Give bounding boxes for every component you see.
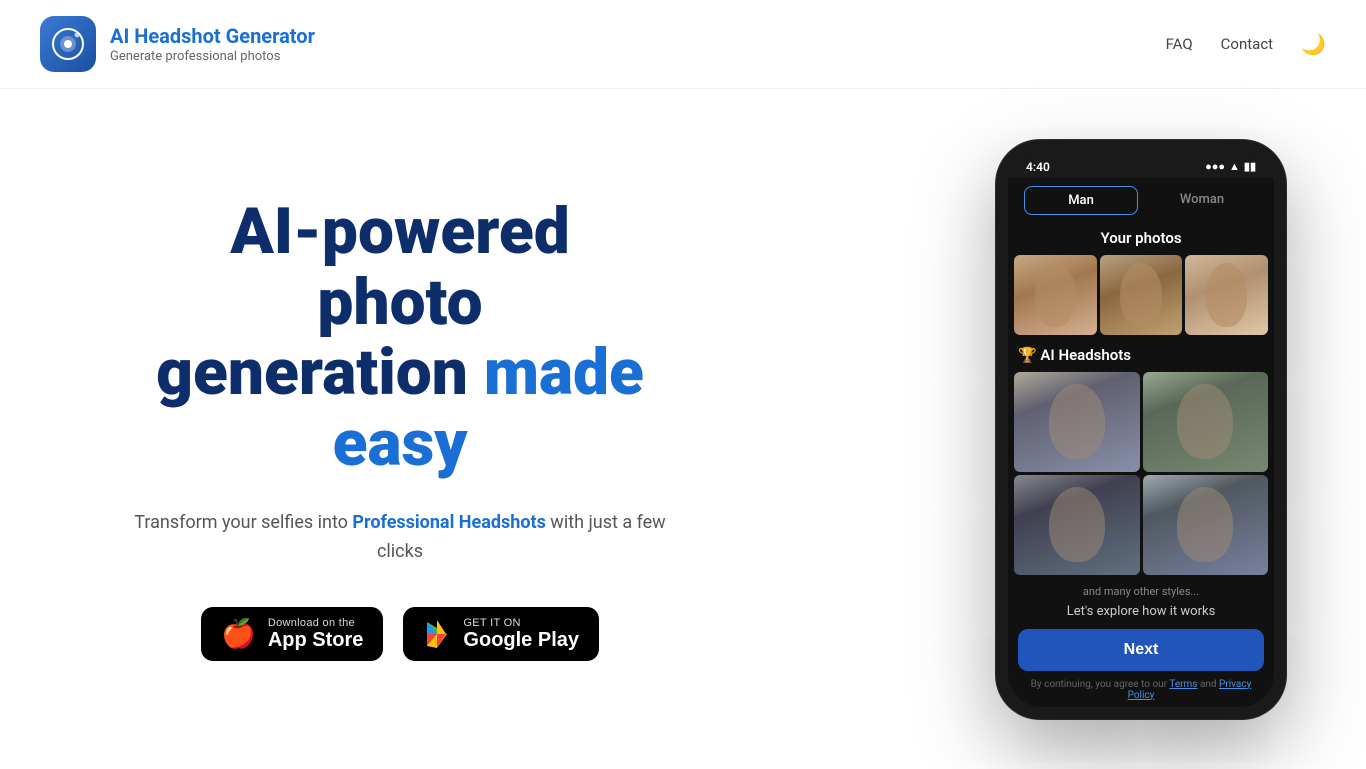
next-button[interactable]: Next (1018, 629, 1264, 671)
battery-icon: ▮▮ (1244, 160, 1256, 173)
ai-headshots-label: 🏆 AI Headshots (1008, 338, 1274, 372)
tab-woman[interactable]: Woman (1146, 186, 1258, 215)
generated-photos-grid (1008, 372, 1274, 575)
phone-bottom-section: and many other styles... Let's explore h… (1008, 575, 1274, 707)
face-silhouette-3 (1206, 263, 1247, 327)
more-styles-text: and many other styles... (1018, 585, 1264, 598)
gen-face-4 (1177, 487, 1233, 562)
wifi-icon: ▲ (1229, 160, 1240, 173)
app-title: AI Headshot Generator (110, 24, 315, 48)
user-photo-1 (1014, 255, 1097, 335)
google-play-top: GET IT ON (463, 617, 520, 629)
title-part3: generation (156, 335, 468, 410)
contact-link[interactable]: Contact (1221, 35, 1273, 53)
apple-icon: 🍎 (221, 617, 256, 650)
subtitle-prefix: Transform your selfies into (134, 512, 352, 533)
google-play-icon (423, 620, 451, 648)
hero-title: AI-powered photo generation made easy (156, 197, 644, 479)
logo-text: AI Headshot Generator Generate professio… (110, 24, 315, 64)
gen-photo-3 (1014, 475, 1140, 575)
google-play-button[interactable]: GET IT ON Google Play (403, 607, 599, 661)
gen-photo-2 (1143, 372, 1269, 472)
face-silhouette-2 (1120, 263, 1161, 327)
terms-prefix: By continuing, you agree to our (1031, 679, 1170, 690)
gen-face-3 (1049, 487, 1105, 562)
status-icons: ●●● ▲ ▮▮ (1205, 160, 1256, 173)
signal-icon: ●●● (1205, 160, 1225, 173)
terms-link[interactable]: Terms (1169, 679, 1197, 690)
gen-face-2 (1177, 384, 1233, 459)
google-play-text: GET IT ON Google Play (463, 617, 579, 651)
store-buttons-container: 🍎 Download on the App Store (201, 607, 599, 661)
title-part2: photo (317, 265, 482, 340)
user-photos-grid (1008, 255, 1274, 335)
photos-heading: Your photos (1008, 223, 1274, 255)
gen-photo-1 (1014, 372, 1140, 472)
title-part5: easy (333, 406, 468, 481)
user-photo-2 (1100, 255, 1183, 335)
subtitle-highlight: Professional Headshots (352, 512, 545, 533)
gen-face-1 (1049, 384, 1105, 459)
terms-text: By continuing, you agree to our Terms an… (1018, 679, 1264, 701)
logo-icon (40, 16, 96, 72)
google-play-main: Google Play (463, 629, 579, 651)
user-photo-3 (1185, 255, 1268, 335)
phone-screen: 4:40 ●●● ▲ ▮▮ Man Woman Your photos (1008, 152, 1274, 707)
faq-link[interactable]: FAQ (1166, 35, 1193, 53)
gender-tab-bar[interactable]: Man Woman (1008, 178, 1274, 223)
phone-time: 4:40 (1026, 160, 1050, 174)
gen-photo-4 (1143, 475, 1269, 575)
app-store-button[interactable]: 🍎 Download on the App Store (201, 607, 383, 661)
dark-mode-icon[interactable]: 🌙 (1301, 32, 1326, 56)
app-store-text: Download on the App Store (268, 617, 364, 651)
terms-and: and (1200, 679, 1219, 690)
right-section: 4:40 ●●● ▲ ▮▮ Man Woman Your photos (996, 140, 1286, 719)
phone-notch (1096, 152, 1186, 174)
face-silhouette-1 (1035, 263, 1076, 327)
logo-area: AI Headshot Generator Generate professio… (40, 16, 315, 72)
app-store-top: Download on the (268, 617, 355, 629)
left-section: AI-powered photo generation made easy Tr… (120, 197, 680, 660)
title-part4: made (484, 335, 644, 410)
phone-mockup: 4:40 ●●● ▲ ▮▮ Man Woman Your photos (996, 140, 1286, 719)
app-subtitle: Generate professional photos (110, 49, 315, 64)
title-part1: AI-powered (230, 194, 570, 269)
explore-text: Let's explore how it works (1018, 604, 1264, 619)
main-nav: FAQ Contact 🌙 (1166, 32, 1326, 56)
tab-man[interactable]: Man (1024, 186, 1138, 215)
main-content: AI-powered photo generation made easy Tr… (0, 89, 1366, 769)
hero-subtitle: Transform your selfies into Professional… (120, 509, 680, 567)
app-store-main: App Store (268, 629, 364, 651)
